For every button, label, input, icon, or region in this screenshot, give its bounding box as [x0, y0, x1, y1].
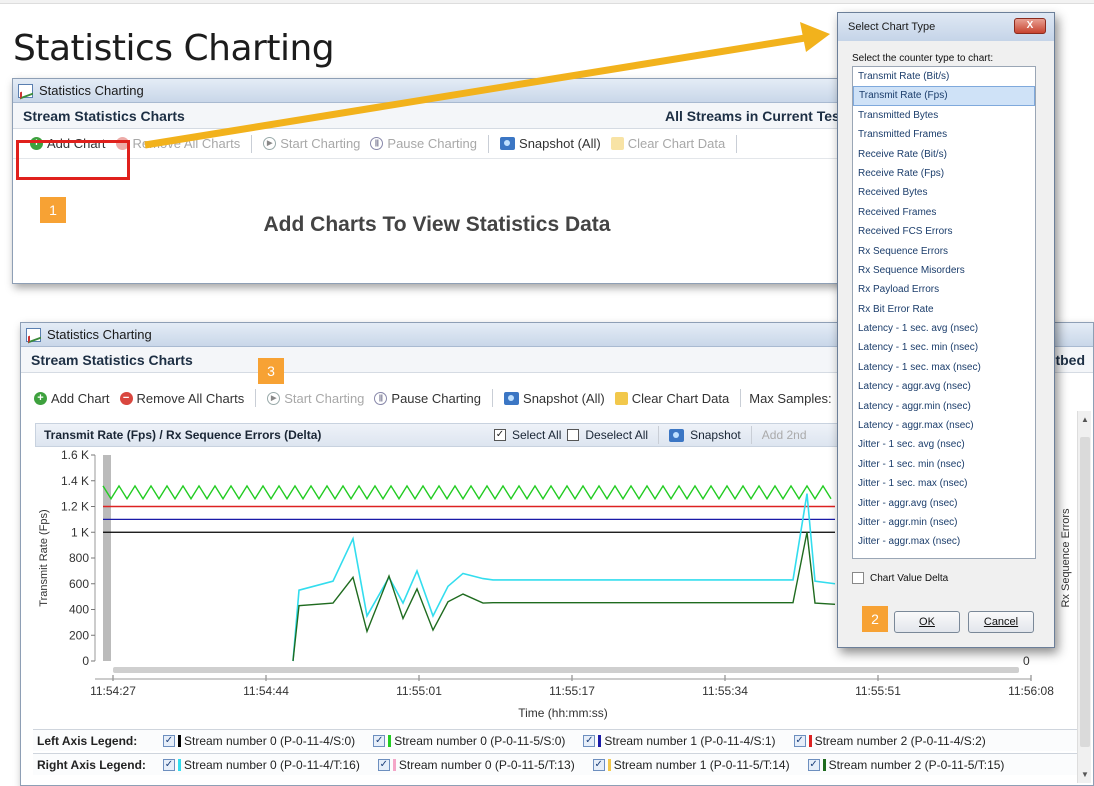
step-badge-2: 2 — [862, 606, 888, 632]
counter-type-option[interactable]: Latency - 1 sec. min (nsec) — [853, 338, 1035, 357]
counter-type-option[interactable]: Rx Sequence Errors — [853, 242, 1035, 261]
counter-type-option[interactable]: Jitter - 1 sec. min (nsec) — [853, 455, 1035, 474]
counter-type-option[interactable]: Received Bytes — [853, 183, 1035, 202]
counter-type-option[interactable]: Jitter - aggr.min (nsec) — [853, 513, 1035, 532]
close-button[interactable]: X — [1014, 18, 1046, 34]
chart-value-delta-option[interactable]: Chart Value Delta — [852, 572, 948, 584]
dialog-title: Select Chart Type — [848, 21, 936, 33]
counter-type-option[interactable]: Transmit Rate (Bit/s) — [853, 67, 1035, 86]
chart-value-delta-checkbox[interactable] — [852, 572, 864, 584]
counter-type-option[interactable]: Received Frames — [853, 203, 1035, 222]
counter-type-option[interactable]: Receive Rate (Bit/s) — [853, 145, 1035, 164]
arrow-head — [800, 22, 830, 52]
counter-type-option[interactable]: Latency - aggr.min (nsec) — [853, 397, 1035, 416]
counter-type-option[interactable]: Rx Sequence Misorders — [853, 261, 1035, 280]
counter-type-option[interactable]: Latency - 1 sec. avg (nsec) — [853, 319, 1035, 338]
dialog-titlebar: Select Chart Type X — [838, 13, 1054, 41]
counter-type-option[interactable]: Transmitted Frames — [853, 125, 1035, 144]
counter-type-option[interactable]: Rx Payload Errors — [853, 280, 1035, 299]
counter-type-option[interactable]: Jitter - 1 sec. avg (nsec) — [853, 435, 1035, 454]
arrow-shaft — [144, 34, 806, 149]
chart-value-delta-label: Chart Value Delta — [870, 572, 949, 584]
cancel-button[interactable]: Cancel — [968, 611, 1034, 633]
counter-type-option[interactable]: Receive Rate (Fps) — [853, 164, 1035, 183]
counter-type-list[interactable]: Transmit Rate (Bit/s) Transmit Rate (Fps)… — [852, 66, 1036, 559]
counter-type-option[interactable]: Received FCS Errors — [853, 222, 1035, 241]
counter-type-option[interactable]: Transmit Rate (Fps) — [853, 86, 1035, 106]
dialog-prompt: Select the counter type to chart: — [852, 53, 994, 64]
ok-button[interactable]: OK — [894, 611, 960, 633]
counter-type-option[interactable]: Latency - 1 sec. max (nsec) — [853, 358, 1035, 377]
counter-type-option[interactable]: Jitter - 1 sec. max (nsec) — [853, 474, 1035, 493]
counter-type-option[interactable]: Latency - aggr.avg (nsec) — [853, 377, 1035, 396]
counter-type-option[interactable]: Latency - aggr.max (nsec) — [853, 416, 1035, 435]
select-chart-type-dialog: Select Chart Type X Select the counter t… — [837, 12, 1055, 648]
counter-type-option[interactable]: Transmitted Bytes — [853, 106, 1035, 125]
counter-type-option[interactable]: Rx Bit Error Rate — [853, 300, 1035, 319]
counter-type-option[interactable]: Jitter - aggr.max (nsec) — [853, 532, 1035, 551]
counter-type-option[interactable]: Jitter - aggr.avg (nsec) — [853, 494, 1035, 513]
